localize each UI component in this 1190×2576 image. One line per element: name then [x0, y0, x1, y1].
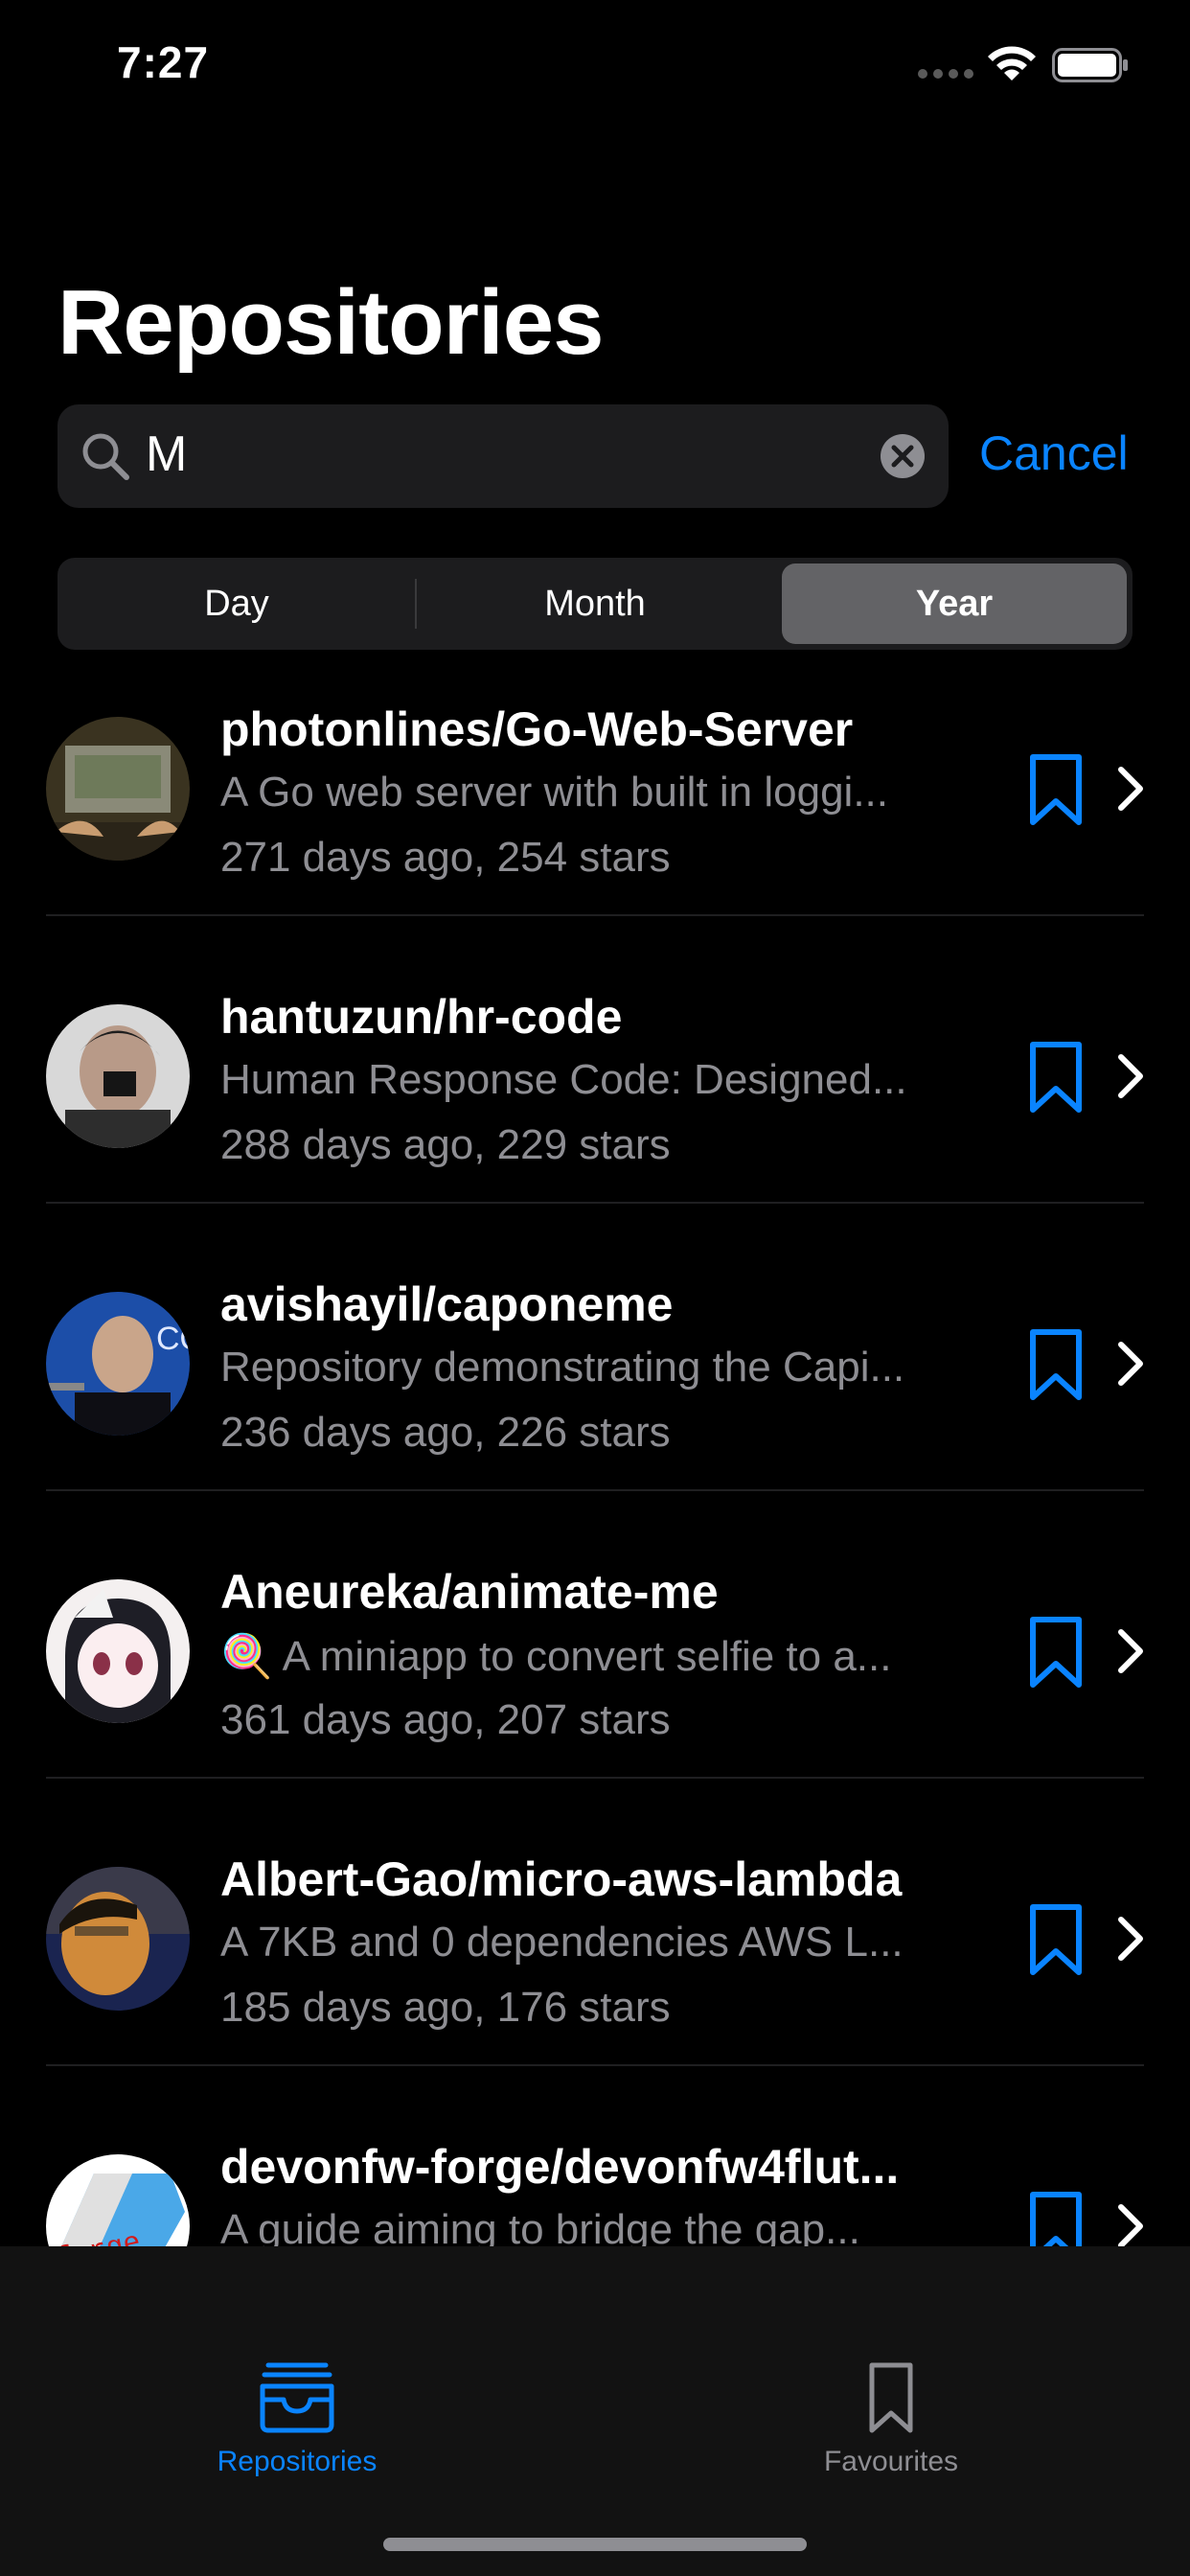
- segment-year[interactable]: Year: [782, 564, 1127, 644]
- chevron-right-icon: [1118, 1629, 1143, 1673]
- bookmark-icon[interactable]: [1029, 753, 1083, 826]
- tray-icon: [260, 2362, 334, 2433]
- chevron-right-icon: [1118, 2204, 1143, 2246]
- avatar: [46, 1004, 190, 1148]
- list-item[interactable]: Aneureka/animate-me 🍭 A miniapp to conve…: [0, 1543, 1190, 1830]
- tab-repositories[interactable]: Repositories: [125, 2361, 469, 2478]
- tab-label-favourites: Favourites: [823, 2446, 959, 2477]
- search-field[interactable]: M: [57, 404, 949, 508]
- repo-description: 🍭 A miniapp to convert selfie to a...: [220, 1633, 892, 1680]
- row-divider: [46, 914, 1144, 916]
- bookmark-icon[interactable]: [1029, 1328, 1083, 1401]
- repo-name: hantuzun/hr-code: [220, 990, 623, 1044]
- row-divider: [46, 1489, 1144, 1491]
- segment-day[interactable]: Day: [57, 558, 416, 650]
- repository-list: photonlines/Go-Web-Server A Go web serve…: [0, 680, 1190, 2246]
- list-item[interactable]: hantuzun/hr-code Human Response Code: De…: [0, 968, 1190, 1255]
- chevron-right-icon: [1118, 1917, 1143, 1961]
- repo-name: avishayil/caponeme: [220, 1277, 674, 1331]
- repo-description: Human Response Code: Designed...: [220, 1056, 907, 1103]
- bookmark-icon[interactable]: [1029, 2191, 1083, 2246]
- row-divider: [46, 1777, 1144, 1779]
- repo-description: A guide aiming to bridge the gap...: [220, 2206, 860, 2246]
- repo-description: A 7KB and 0 dependencies AWS L...: [220, 1919, 904, 1966]
- list-item[interactable]: Albert-Gao/micro-aws-lambda A 7KB and 0 …: [0, 1830, 1190, 2118]
- bookmark-icon[interactable]: [1029, 1903, 1083, 1976]
- chevron-right-icon: [1118, 1054, 1143, 1098]
- repo-name: Aneureka/animate-me: [220, 1565, 719, 1619]
- wifi-icon: [988, 46, 1036, 80]
- bookmark-icon[interactable]: [1029, 1041, 1083, 1114]
- search-input[interactable]: M: [146, 426, 187, 483]
- avatar: [46, 1867, 190, 2011]
- list-item[interactable]: CO avishayil/caponeme Repository demonst…: [0, 1255, 1190, 1543]
- repo-description: A Go web server with built in loggi...: [220, 769, 888, 816]
- repo-name: Albert-Gao/micro-aws-lambda: [220, 1852, 903, 1906]
- chevron-right-icon: [1118, 767, 1143, 811]
- repo-meta: 185 days ago, 176 stars: [220, 1984, 671, 2031]
- avatar: [46, 717, 190, 861]
- page-title: Repositories: [57, 271, 604, 374]
- list-item[interactable]: photonlines/Go-Web-Server A Go web serve…: [0, 680, 1190, 968]
- avatar: [46, 1579, 190, 1723]
- repo-meta: 236 days ago, 226 stars: [220, 1409, 671, 1456]
- repo-meta: 288 days ago, 229 stars: [220, 1121, 671, 1168]
- repo-meta: 271 days ago, 254 stars: [220, 834, 671, 881]
- repo-description: Repository demonstrating the Capi...: [220, 1344, 905, 1391]
- signal-icon: [918, 69, 973, 79]
- repo-name: photonlines/Go-Web-Server: [220, 702, 854, 756]
- row-divider: [46, 2064, 1144, 2066]
- segment-month[interactable]: Month: [416, 558, 774, 650]
- battery-icon: [1052, 48, 1128, 82]
- status-time: 7:27: [117, 37, 210, 87]
- svg-text:CO: CO: [156, 1321, 190, 1357]
- search-icon: [82, 433, 129, 480]
- bookmark-icon[interactable]: [1029, 1616, 1083, 1689]
- bookmark-icon: [869, 2362, 913, 2433]
- list-item[interactable]: forge devonfw-forge/devonfw4flut... A gu…: [0, 2118, 1190, 2246]
- tab-label-repositories: Repositories: [217, 2446, 378, 2477]
- repo-name: devonfw-forge/devonfw4flut...: [220, 2140, 900, 2194]
- row-divider: [46, 1202, 1144, 1204]
- avatar: forge: [46, 2154, 190, 2246]
- status-bar: 7:27: [0, 0, 1190, 134]
- time-range-segmented-control: Day Month Year: [57, 558, 1133, 650]
- tab-favourites[interactable]: Favourites: [719, 2361, 1064, 2478]
- chevron-right-icon: [1118, 1342, 1143, 1386]
- clear-icon[interactable]: [880, 433, 926, 479]
- avatar: CO: [46, 1292, 190, 1436]
- home-indicator[interactable]: [383, 2538, 807, 2551]
- tab-bar: Repositories Favourites: [0, 2246, 1190, 2576]
- repo-meta: 361 days ago, 207 stars: [220, 1696, 671, 1743]
- cancel-button[interactable]: Cancel: [979, 426, 1129, 481]
